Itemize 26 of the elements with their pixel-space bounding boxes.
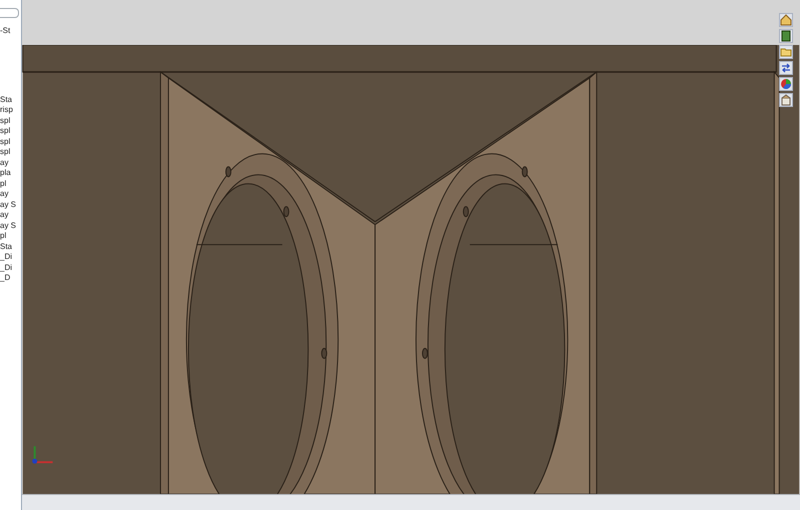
tree-item[interactable]: pla <box>0 168 21 178</box>
tree-item[interactable]: ay <box>0 210 21 220</box>
tree-item[interactable]: _Di <box>0 252 21 262</box>
document-icon[interactable] <box>779 29 793 43</box>
tree-item[interactable]: risp <box>0 105 21 116</box>
tree-item[interactable]: ay <box>0 158 21 168</box>
box-icon[interactable] <box>779 93 793 107</box>
color-wheel-icon[interactable] <box>779 77 793 91</box>
tree-item[interactable]: pl <box>0 178 21 189</box>
tree-item[interactable]: ay S <box>0 200 21 210</box>
home-icon[interactable] <box>779 13 793 27</box>
arrows-icon[interactable] <box>779 61 793 75</box>
tree-item[interactable]: -St <box>0 26 21 36</box>
tree-item[interactable]: _Di <box>0 262 21 273</box>
tree-item[interactable]: Sta <box>0 94 21 105</box>
tree-item[interactable]: ay S <box>0 220 21 231</box>
filter-field[interactable] <box>0 8 19 18</box>
axis-triad-icon <box>32 446 53 464</box>
tree-item[interactable]: ay <box>0 189 21 200</box>
tree-item[interactable]: pl <box>0 231 21 242</box>
tree-item[interactable]: spl <box>0 116 21 126</box>
tree-item[interactable]: spl <box>0 126 21 136</box>
tree-item[interactable]: _D <box>0 273 21 284</box>
tree-item[interactable]: spl <box>0 136 21 147</box>
tree-item[interactable]: spl <box>0 147 21 158</box>
tree-item[interactable]: Sta <box>0 242 21 252</box>
